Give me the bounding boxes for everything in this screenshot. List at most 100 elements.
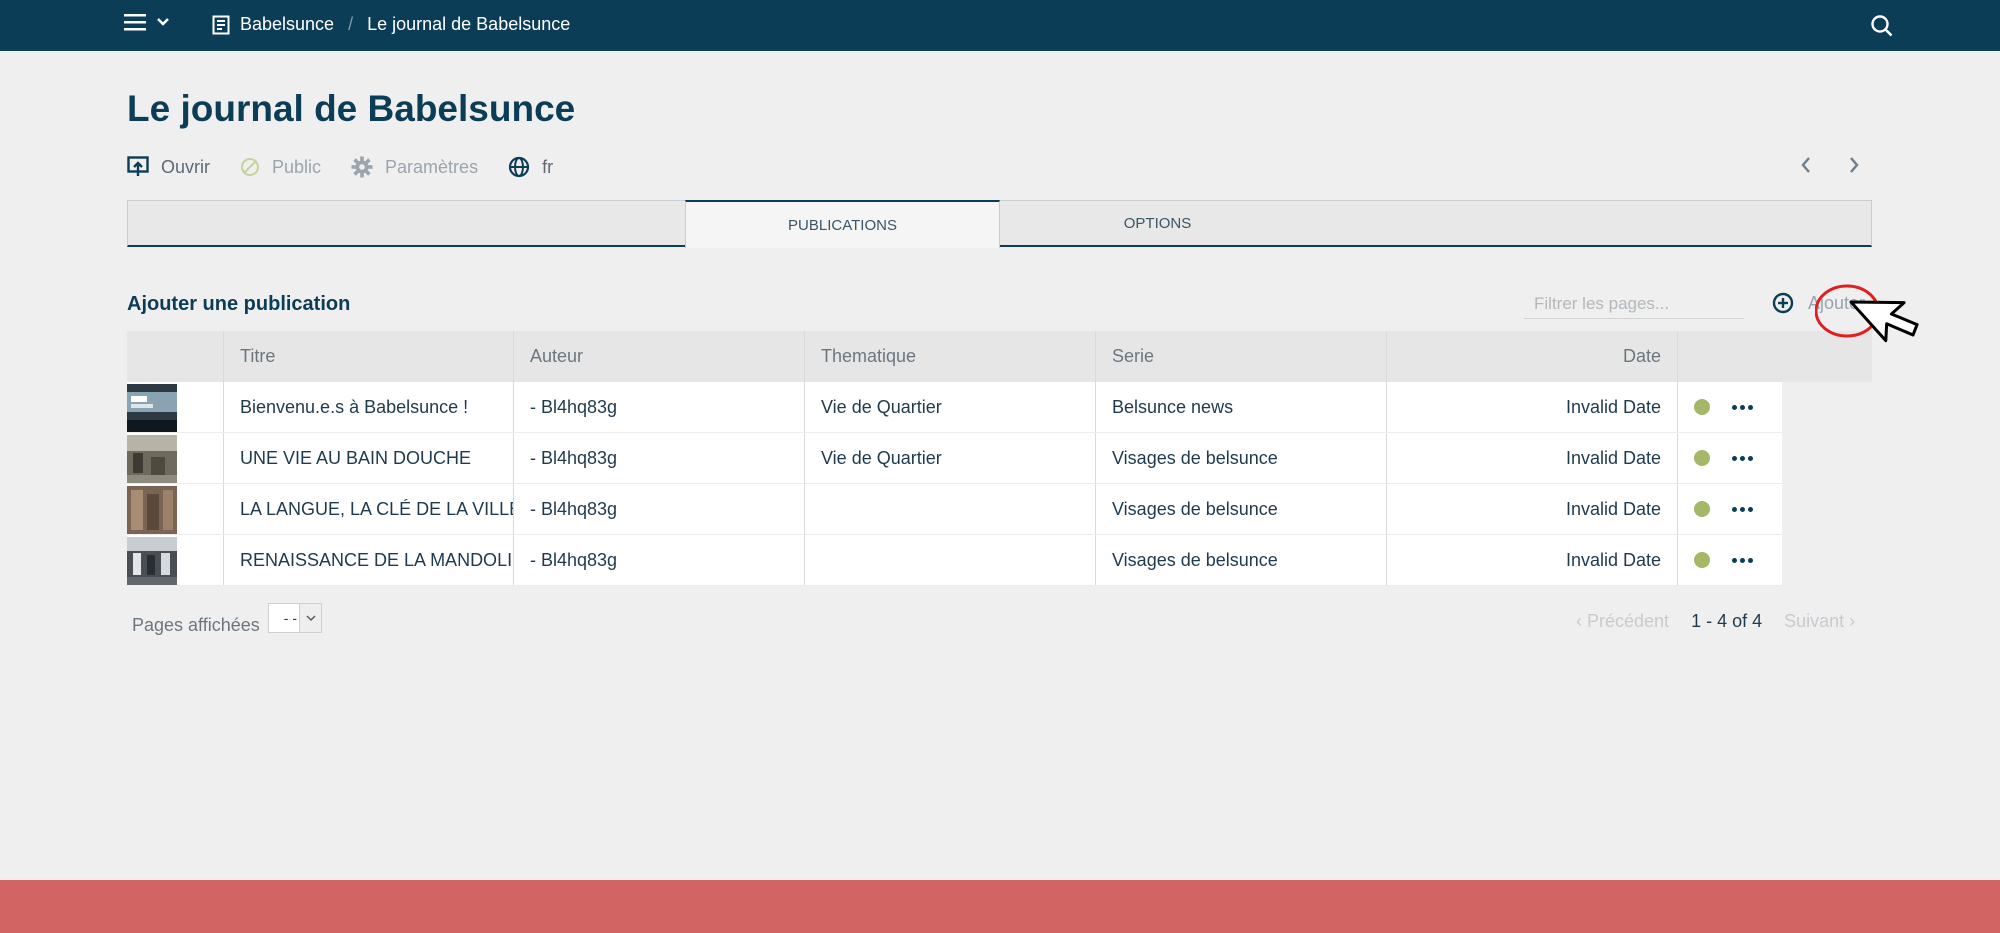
open-label: Ouvrir <box>161 156 210 177</box>
column-header-theme[interactable]: Thematique <box>805 331 1096 382</box>
row-thumbnail <box>127 382 224 432</box>
open-button[interactable]: Ouvrir <box>127 156 210 178</box>
row-author: - Bl4hq83g <box>514 484 805 534</box>
publications-table: Titre Auteur Thematique Serie Date Bienv… <box>127 331 1872 586</box>
column-header-author[interactable]: Auteur <box>514 331 805 382</box>
more-options-icon[interactable] <box>1732 557 1753 563</box>
row-theme <box>805 535 1096 585</box>
row-theme: Vie de Quartier <box>805 382 1096 432</box>
row-thumbnail <box>127 433 224 483</box>
more-options-icon[interactable] <box>1732 404 1753 410</box>
table-header: Titre Auteur Thematique Serie Date <box>127 331 1872 382</box>
record-navigation <box>1800 156 1860 179</box>
language-label: fr <box>542 156 554 177</box>
page-title: Le journal de Babelsunce <box>127 88 576 129</box>
public-toggle[interactable]: Public <box>240 157 321 178</box>
previous-record-button[interactable] <box>1800 156 1812 179</box>
next-page-label: Suivant <box>1784 611 1845 631</box>
chevron-left-icon <box>1801 157 1810 173</box>
journal-icon <box>212 15 230 34</box>
top-bar: Babelsunce / Le journal de Babelsunce <box>0 0 2000 51</box>
table-row[interactable]: LA LANGUE, LA CLÉ DE LA VILLE... - Bl4hq… <box>127 484 1782 535</box>
open-icon <box>127 156 149 176</box>
action-bar: Ouvrir Public Paramètres fr <box>127 156 583 178</box>
settings-button[interactable]: Paramètres <box>351 156 478 178</box>
row-title[interactable]: Bienvenu.e.s à Babelsunce ! <box>224 382 514 432</box>
row-serie: Visages de belsunce <box>1096 433 1387 483</box>
row-date: Invalid Date <box>1387 535 1678 585</box>
next-page-button[interactable]: Suivant › <box>1784 611 1855 632</box>
public-label: Public <box>272 156 322 177</box>
search-icon <box>1871 15 1893 37</box>
row-serie: Belsunce news <box>1096 382 1387 432</box>
row-actions <box>1678 433 1782 483</box>
table-row[interactable]: Bienvenu.e.s à Babelsunce ! - Bl4hq83g V… <box>127 382 1782 433</box>
chevron-right-icon <box>1850 157 1859 173</box>
pages-per-page-select[interactable]: - - <box>268 603 322 633</box>
breadcrumb-item-site[interactable]: Babelsunce <box>240 14 334 35</box>
breadcrumb-item-journal[interactable]: Le journal de Babelsunce <box>367 14 570 35</box>
next-record-button[interactable] <box>1848 156 1860 179</box>
row-theme: Vie de Quartier <box>805 433 1096 483</box>
previous-page-button[interactable]: ‹ Précédent <box>1576 611 1669 632</box>
add-publication-button[interactable]: Ajouter <box>1772 292 1865 314</box>
status-dot[interactable] <box>1694 501 1710 517</box>
status-dot[interactable] <box>1694 552 1710 568</box>
status-dot[interactable] <box>1694 399 1710 415</box>
thumbnail-image <box>127 485 177 534</box>
column-header-serie[interactable]: Serie <box>1096 331 1387 382</box>
row-author: - Bl4hq83g <box>514 535 805 585</box>
column-header-date[interactable]: Date <box>1387 331 1678 382</box>
status-dot[interactable] <box>1694 450 1710 466</box>
row-date: Invalid Date <box>1387 382 1678 432</box>
row-theme <box>805 484 1096 534</box>
language-selector[interactable]: fr <box>508 156 553 178</box>
row-author: - Bl4hq83g <box>514 433 805 483</box>
column-thumbnail <box>127 331 224 382</box>
column-header-title[interactable]: Titre <box>224 331 514 382</box>
chevron-down-icon <box>157 18 169 26</box>
row-actions <box>1678 382 1782 432</box>
thumbnail-image <box>127 383 177 432</box>
row-actions <box>1678 484 1782 534</box>
more-options-icon[interactable] <box>1732 506 1753 512</box>
pagination: ‹ Précédent 1 - 4 of 4 Suivant › <box>1576 611 1855 632</box>
row-thumbnail <box>127 535 224 585</box>
table-row[interactable]: RENAISSANCE DE LA MANDOLINE - Bl4hq83g V… <box>127 535 1782 586</box>
row-serie: Visages de belsunce <box>1096 535 1387 585</box>
breadcrumb: Babelsunce / Le journal de Babelsunce <box>212 14 570 35</box>
previous-page-label: Précédent <box>1587 611 1670 631</box>
chevron-down-icon <box>299 604 321 632</box>
hamburger-icon <box>124 14 146 31</box>
add-label: Ajouter <box>1808 292 1866 313</box>
gear-icon <box>351 156 373 178</box>
globe-icon <box>508 156 530 178</box>
tab-publications[interactable]: PUBLICATIONS <box>685 200 1000 248</box>
main-menu-button[interactable] <box>124 12 170 32</box>
row-actions <box>1678 535 1782 585</box>
row-date: Invalid Date <box>1387 433 1678 483</box>
page-count: 1 - 4 of 4 <box>1691 611 1763 631</box>
filter-pages-input[interactable] <box>1524 289 1744 319</box>
row-title[interactable]: UNE VIE AU BAIN DOUCHE <box>224 433 514 483</box>
row-author: - Bl4hq83g <box>514 382 805 432</box>
thumbnail-image <box>127 536 177 585</box>
thumbnail-image <box>127 434 177 483</box>
row-thumbnail <box>127 484 224 534</box>
tab-options[interactable]: OPTIONS <box>1000 200 1315 247</box>
ban-icon <box>241 158 259 176</box>
row-serie: Visages de belsunce <box>1096 484 1387 534</box>
column-actions <box>1678 331 1872 382</box>
breadcrumb-separator: / <box>348 14 354 34</box>
row-title[interactable]: RENAISSANCE DE LA MANDOLINE <box>224 535 514 585</box>
footer-band <box>0 880 2000 933</box>
pages-per-page-value: - - <box>283 610 297 626</box>
more-options-icon[interactable] <box>1732 455 1753 461</box>
tab-bar: PUBLICATIONS OPTIONS <box>127 200 1872 248</box>
pages-displayed-label: Pages affichées <box>132 615 260 635</box>
search-button[interactable] <box>1870 14 1894 43</box>
row-title[interactable]: LA LANGUE, LA CLÉ DE LA VILLE... <box>224 484 514 534</box>
table-row[interactable]: UNE VIE AU BAIN DOUCHE - Bl4hq83g Vie de… <box>127 433 1782 484</box>
settings-label: Paramètres <box>385 156 479 177</box>
row-date: Invalid Date <box>1387 484 1678 534</box>
